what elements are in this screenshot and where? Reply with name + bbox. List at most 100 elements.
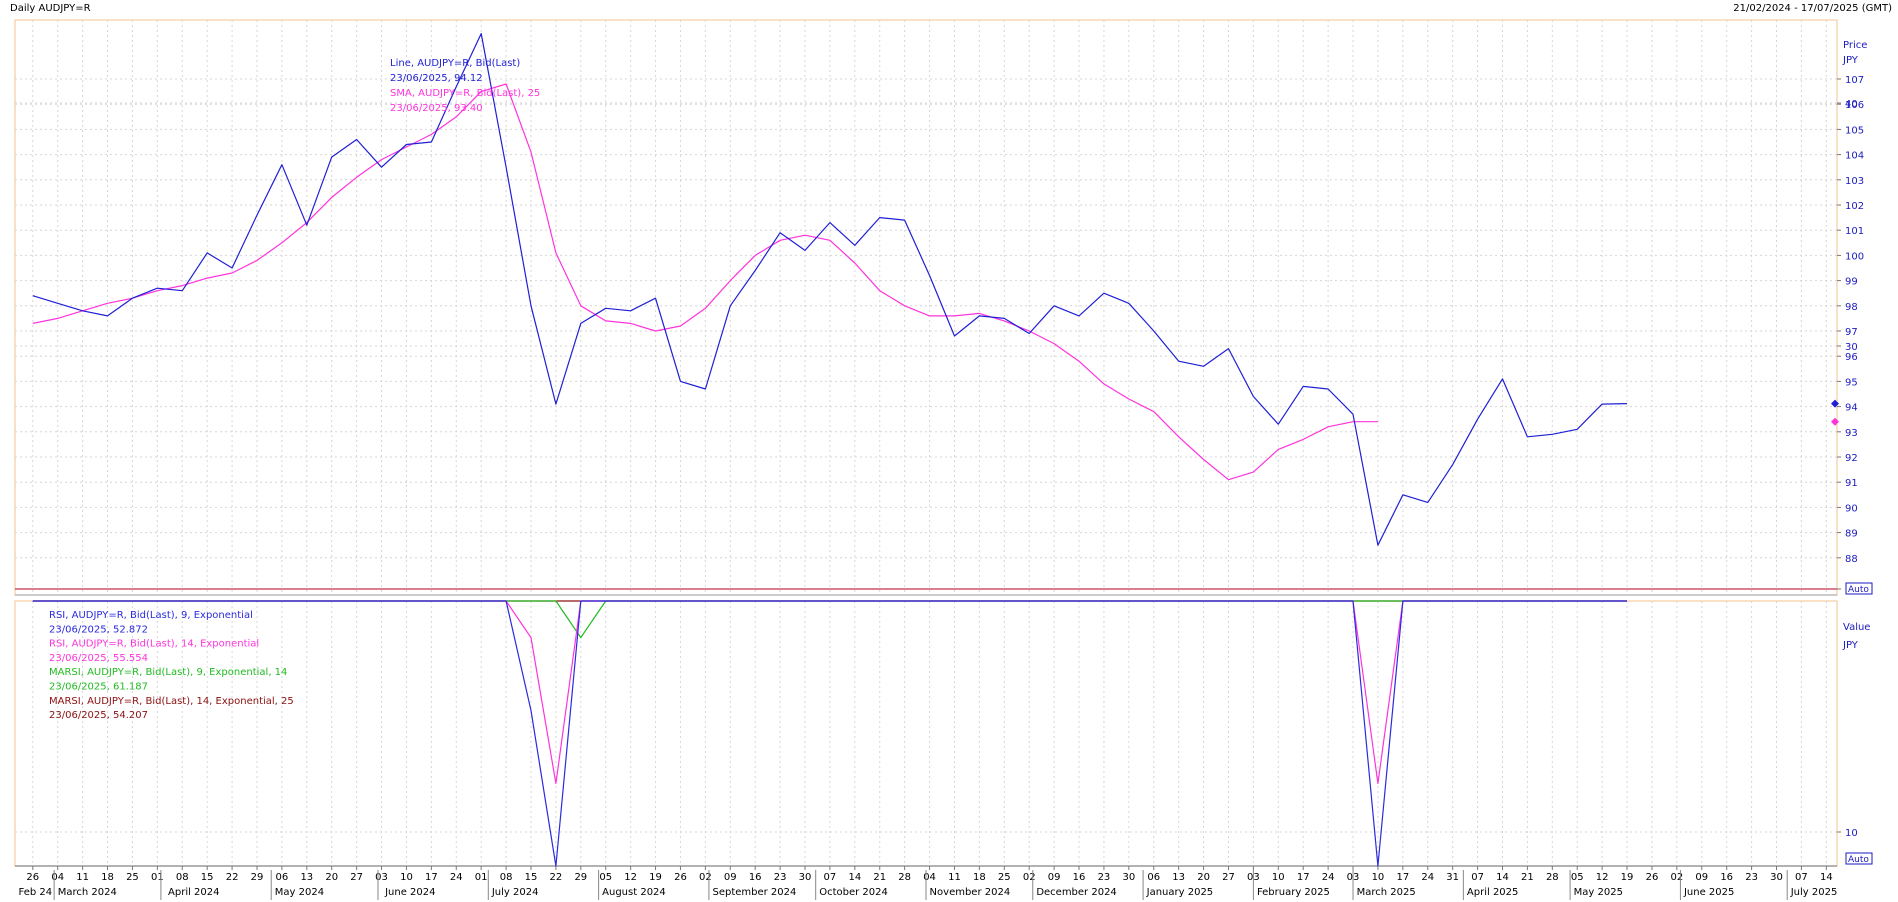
month-label: January 2025 bbox=[1146, 887, 1214, 898]
price-tick-label: 98 bbox=[1845, 302, 1858, 313]
month-label: June 2024 bbox=[384, 887, 435, 898]
rsi-legend-text: MARSI, AUDJPY=R, Bid(Last), 14, Exponent… bbox=[49, 696, 294, 707]
x-tick-label: 01 bbox=[475, 872, 488, 883]
x-tick-label: 03 bbox=[375, 872, 388, 883]
month-label: June 2025 bbox=[1683, 887, 1734, 898]
rsi-legend-text: RSI, AUDJPY=R, Bid(Last), 14, Exponentia… bbox=[49, 639, 259, 650]
x-tick-label: 10 bbox=[1372, 872, 1385, 883]
price-tick-label: 94 bbox=[1845, 403, 1858, 414]
x-tick-label: 27 bbox=[1222, 872, 1235, 883]
price-tick-label: 92 bbox=[1845, 453, 1858, 464]
month-label: May 2025 bbox=[1574, 887, 1623, 898]
price-legend-text: SMA, AUDJPY=R, Bid(Last), 25 bbox=[390, 88, 540, 99]
month-label: February 2025 bbox=[1257, 887, 1330, 898]
x-tick-label: 24 bbox=[450, 872, 463, 883]
month-label: October 2024 bbox=[819, 887, 888, 898]
month-label: August 2024 bbox=[602, 887, 666, 898]
x-tick-label: 19 bbox=[649, 872, 662, 883]
x-tick-label: 06 bbox=[276, 872, 289, 883]
rsi-axis-label: Value bbox=[1843, 622, 1870, 633]
month-label: April 2024 bbox=[168, 887, 219, 898]
x-tick-label: 12 bbox=[624, 872, 637, 883]
price-tick-label: 90 bbox=[1845, 503, 1858, 514]
x-tick-label: 18 bbox=[973, 872, 986, 883]
x-tick-label: 11 bbox=[76, 872, 89, 883]
x-tick-label: 26 bbox=[26, 872, 39, 883]
x-tick-label: 17 bbox=[1396, 872, 1409, 883]
x-tick-label: 19 bbox=[1621, 872, 1634, 883]
month-label: November 2024 bbox=[930, 887, 1011, 898]
month-label: September 2024 bbox=[712, 887, 796, 898]
x-tick-label: 31 bbox=[1446, 872, 1459, 883]
month-label: March 2024 bbox=[58, 887, 117, 898]
x-tick-label: 23 bbox=[1745, 872, 1758, 883]
x-tick-label: 26 bbox=[674, 872, 687, 883]
month-label: March 2025 bbox=[1357, 887, 1416, 898]
x-tick-label: 13 bbox=[300, 872, 313, 883]
x-tick-label: 01 bbox=[151, 872, 164, 883]
x-tick-label: 09 bbox=[724, 872, 737, 883]
x-tick-label: 09 bbox=[1695, 872, 1708, 883]
x-tick-label: 27 bbox=[350, 872, 363, 883]
x-tick-label: 16 bbox=[1073, 872, 1086, 883]
sma-last-marker bbox=[1831, 417, 1839, 426]
month-label: July 2025 bbox=[1790, 887, 1838, 898]
x-tick-label: 23 bbox=[1098, 872, 1111, 883]
price-tick-label: 101 bbox=[1845, 226, 1864, 237]
price-tick-label: 97 bbox=[1845, 327, 1858, 338]
x-tick-label: 07 bbox=[1795, 872, 1808, 883]
x-tick-label: 05 bbox=[1571, 872, 1584, 883]
price-auto-button-label: Auto bbox=[1848, 585, 1869, 595]
rsi-auto-button-label: Auto bbox=[1848, 855, 1869, 865]
chart-canvas[interactable]: 8889909192939495969798991001011021031041… bbox=[0, 0, 1898, 902]
x-tick-label: 20 bbox=[1197, 872, 1210, 883]
x-tick-label: 18 bbox=[101, 872, 114, 883]
month-label: April 2025 bbox=[1467, 887, 1518, 898]
month-label: July 2024 bbox=[491, 887, 539, 898]
x-tick-label: 25 bbox=[126, 872, 139, 883]
price-tick-label: 89 bbox=[1845, 529, 1858, 540]
x-tick-label: 08 bbox=[176, 872, 189, 883]
x-tick-label: 14 bbox=[848, 872, 861, 883]
x-tick-label: 28 bbox=[898, 872, 911, 883]
price-panel-frame bbox=[14, 19, 1838, 596]
x-tick-label: 14 bbox=[1496, 872, 1509, 883]
x-tick-label: 24 bbox=[1421, 872, 1434, 883]
x-tick-label: 22 bbox=[550, 872, 563, 883]
x-tick-label: 10 bbox=[1272, 872, 1285, 883]
month-label: December 2024 bbox=[1036, 887, 1116, 898]
price-tick-label: 102 bbox=[1845, 201, 1864, 212]
x-tick-label: 07 bbox=[1471, 872, 1484, 883]
x-tick-label: 11 bbox=[948, 872, 961, 883]
x-tick-label: 30 bbox=[1770, 872, 1783, 883]
x-tick-label: 26 bbox=[1646, 872, 1659, 883]
price-tick-label: 103 bbox=[1845, 176, 1864, 187]
price-tick-label: 107 bbox=[1845, 75, 1864, 86]
x-tick-label: 24 bbox=[1322, 872, 1335, 883]
price-tick-label: 93 bbox=[1845, 428, 1858, 439]
x-tick-label: 17 bbox=[1297, 872, 1310, 883]
price-tick-label: 100 bbox=[1845, 251, 1864, 262]
x-tick-label: 29 bbox=[251, 872, 264, 883]
x-tick-label: 14 bbox=[1820, 872, 1833, 883]
rsi-legend-text: 23/06/2025, 54.207 bbox=[49, 710, 148, 721]
x-tick-label: 23 bbox=[774, 872, 787, 883]
price-legend-text: Line, AUDJPY=R, Bid(Last) bbox=[390, 58, 520, 69]
x-tick-label: 25 bbox=[998, 872, 1011, 883]
x-tick-label: 05 bbox=[599, 872, 612, 883]
price-axis-unit: JPY bbox=[1842, 55, 1859, 66]
x-tick-label: 15 bbox=[525, 872, 538, 883]
x-tick-label: 04 bbox=[923, 872, 936, 883]
x-tick-label: 07 bbox=[824, 872, 837, 883]
price-tick-label: 99 bbox=[1845, 277, 1858, 288]
x-tick-label: 04 bbox=[51, 872, 64, 883]
x-tick-label: 13 bbox=[1172, 872, 1185, 883]
price-tick-label: 91 bbox=[1845, 478, 1858, 489]
rsi-axis-unit: JPY bbox=[1842, 640, 1859, 651]
x-tick-label: 29 bbox=[574, 872, 587, 883]
rsi-tick-label: 10 bbox=[1845, 828, 1858, 839]
price-legend-text: 23/06/2025, 94.12 bbox=[390, 73, 483, 84]
x-tick-label: 15 bbox=[201, 872, 214, 883]
x-tick-label: 08 bbox=[500, 872, 513, 883]
x-tick-label: 10 bbox=[400, 872, 413, 883]
